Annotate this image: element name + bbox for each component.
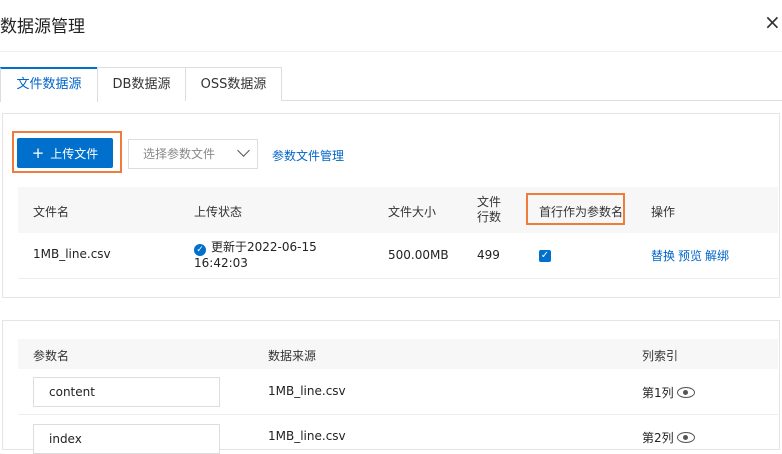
status-line2: 16:42:03 [194,256,248,270]
col-file-size: 文件大小 [388,205,437,219]
file-row-divider [18,278,778,279]
close-icon[interactable]: × [764,12,781,32]
column-index-label: 第2列 [642,431,674,445]
col-file-rows-line1: 文件 [477,195,502,209]
dialog-title: 数据源管理 [0,17,85,37]
status-line1: 更新于2022-06-15 [211,240,317,254]
unbind-link[interactable]: 解绑 [705,247,729,264]
preview-link[interactable]: 预览 [678,247,702,264]
col-column-index: 列索引 [642,349,679,363]
col-file-rows: 文件 行数 [477,195,501,225]
file-name-cell: 1MB_line.csv [33,247,111,261]
check-circle-icon: ✓ [194,244,206,256]
eye-icon[interactable] [676,432,695,443]
col-upload-status: 上传状态 [194,205,243,219]
col-file-rows-line2: 行数 [477,210,502,224]
tab-bar: 文件数据源 DB数据源 OSS数据源 [0,67,782,102]
eye-icon[interactable] [676,387,695,398]
header-divider [0,51,782,52]
column-index-cell: 第2列 [642,429,695,446]
param-file-manage-link[interactable]: 参数文件管理 [272,147,344,164]
col-param-name: 参数名 [33,349,70,363]
param-file-select[interactable]: 选择参数文件 [128,139,258,169]
upload-highlight-box [12,131,122,173]
data-source-cell: 1MB_line.csv [268,384,346,398]
data-source-dialog: 数据源管理 × 文件数据源 DB数据源 OSS数据源 + 上传文件 选择参数文件 … [0,0,782,454]
column-index-label: 第1列 [642,386,674,400]
replace-link[interactable]: 替换 [651,247,675,264]
col-file-name: 文件名 [33,205,70,219]
chevron-down-icon [237,144,250,157]
param-row-divider [18,414,778,415]
data-source-cell: 1MB_line.csv [268,429,346,443]
tab-file-source[interactable]: 文件数据源 [0,67,98,102]
select-placeholder: 选择参数文件 [143,147,216,161]
col-actions: 操作 [651,205,676,219]
param-name-input[interactable]: index [33,424,220,454]
file-size-cell: 500.00MB [388,248,449,262]
first-row-checkbox[interactable]: ✓ [539,250,551,262]
tab-db-source[interactable]: DB数据源 [97,67,186,101]
upload-status-cell: ✓ 更新于2022-06-15 16:42:03 [194,240,317,271]
tab-oss-source[interactable]: OSS数据源 [185,67,282,101]
col-data-source: 数据来源 [268,349,317,363]
param-name-input[interactable]: content [33,377,220,407]
first-row-highlight-box [526,193,625,225]
column-index-cell: 第1列 [642,384,695,401]
file-rows-cell: 499 [477,248,500,262]
